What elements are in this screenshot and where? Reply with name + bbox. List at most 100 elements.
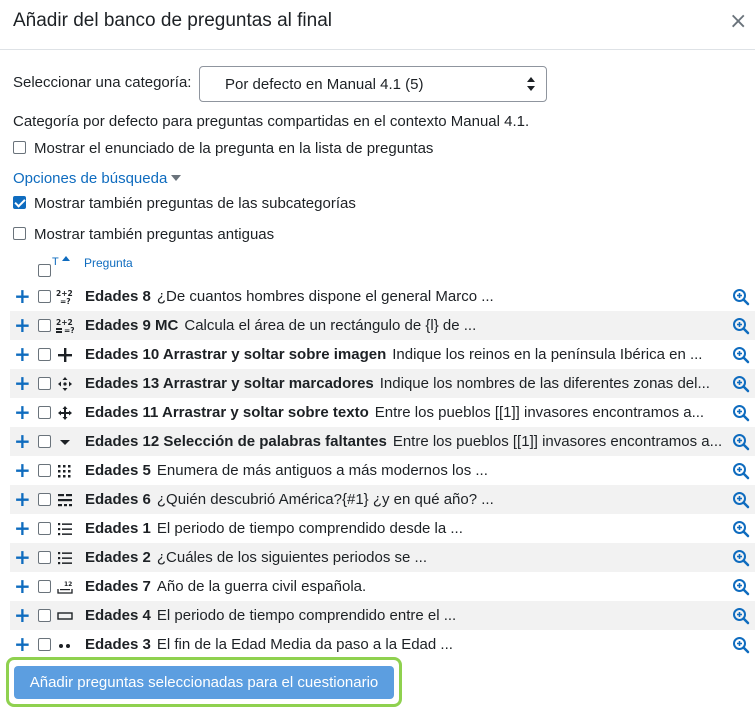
category-select-value: Por defecto en Manual 4.1 (5) bbox=[225, 76, 424, 93]
show-subcategories-label: Mostrar también preguntas de las subcate… bbox=[34, 195, 356, 212]
type-column-sort[interactable]: T bbox=[52, 256, 59, 268]
question-checkbox[interactable] bbox=[38, 551, 51, 564]
add-icon[interactable]: + bbox=[14, 547, 31, 567]
select-arrows-icon bbox=[527, 77, 535, 91]
question-checkbox[interactable] bbox=[38, 522, 51, 535]
search-plus-icon[interactable] bbox=[732, 578, 750, 596]
question-text: Edades 6 ¿Quién descubrió América?{#1} ¿y… bbox=[85, 491, 494, 508]
question-text: Edades 8 ¿De cuantos hombres dispone el g… bbox=[85, 288, 494, 305]
question-checkbox[interactable] bbox=[38, 290, 51, 303]
table-row: + Edades 10 Arrastrar y soltar sobre ima… bbox=[10, 340, 755, 369]
calculated-multichoice-icon: 2+2 =? bbox=[55, 316, 75, 336]
add-selected-button[interactable]: Añadir preguntas seleccionadas para el c… bbox=[14, 666, 394, 699]
table-row: + 12 Edades 7 Año de la guerra civil espa… bbox=[10, 572, 755, 601]
question-text: Edades 11 Arrastrar y soltar sobre texto… bbox=[85, 404, 705, 421]
add-icon[interactable]: + bbox=[14, 634, 31, 654]
show-text-label: Mostrar el enunciado de la pregunta en l… bbox=[34, 140, 434, 157]
add-icon[interactable]: + bbox=[14, 605, 31, 625]
show-old-checkbox[interactable] bbox=[13, 227, 26, 240]
question-column-sort[interactable]: Pregunta bbox=[84, 256, 133, 270]
modal-title: Añadir del banco de preguntas al final bbox=[13, 10, 333, 31]
add-icon[interactable]: + bbox=[14, 315, 31, 335]
search-plus-icon[interactable] bbox=[732, 288, 750, 306]
category-select[interactable]: Por defecto en Manual 4.1 (5) bbox=[199, 66, 547, 102]
multichoice-icon bbox=[55, 548, 75, 568]
submit-highlight: Añadir preguntas seleccionadas para el c… bbox=[6, 657, 402, 707]
table-row: + Edades 13 Arrastrar y soltar marcadore… bbox=[10, 369, 755, 398]
question-text: Edades 12 Selección de palabras faltante… bbox=[85, 433, 723, 450]
select-missing-words-icon bbox=[55, 432, 75, 452]
question-checkbox[interactable] bbox=[38, 435, 51, 448]
search-plus-icon[interactable] bbox=[732, 636, 750, 654]
search-plus-icon[interactable] bbox=[732, 404, 750, 422]
calculated-icon: 2+2 =? bbox=[55, 287, 75, 307]
ordering-icon bbox=[55, 461, 75, 481]
search-plus-icon[interactable] bbox=[732, 491, 750, 509]
table-row: + Edades 11 Arrastrar y soltar sobre tex… bbox=[10, 398, 755, 427]
search-plus-icon[interactable] bbox=[732, 433, 750, 451]
search-plus-icon[interactable] bbox=[732, 520, 750, 538]
question-text: Edades 2 ¿Cuáles de los siguientes period… bbox=[85, 549, 428, 566]
caret-down-icon bbox=[171, 175, 182, 181]
table-row: + 2+2 =? Edades 9 MC Calcula el área de u… bbox=[10, 311, 755, 340]
add-icon[interactable]: + bbox=[14, 489, 31, 509]
show-text-checkbox[interactable] bbox=[13, 141, 26, 154]
search-plus-icon[interactable] bbox=[732, 462, 750, 480]
search-plus-icon[interactable] bbox=[732, 607, 750, 625]
search-options-toggle[interactable]: Opciones de búsqueda bbox=[13, 170, 182, 187]
question-text: Edades 5 Enumera de más antiguos a más mo… bbox=[85, 462, 488, 479]
question-text: Edades 13 Arrastrar y soltar marcadores I… bbox=[85, 375, 710, 392]
category-description: Categoría por defecto para preguntas com… bbox=[13, 113, 530, 130]
search-plus-icon[interactable] bbox=[732, 317, 750, 335]
question-checkbox[interactable] bbox=[38, 319, 51, 332]
add-icon[interactable]: + bbox=[14, 344, 31, 364]
question-text: Edades 1 El periodo de tiempo comprendido… bbox=[85, 520, 463, 537]
table-row: + Edades 5 Enumera de más antiguos a más … bbox=[10, 456, 755, 485]
select-all-checkbox[interactable] bbox=[38, 264, 51, 277]
table-row: + Edades 12 Selección de palabras faltan… bbox=[10, 427, 755, 456]
question-checkbox[interactable] bbox=[38, 406, 51, 419]
multichoice-icon bbox=[55, 519, 75, 539]
question-text: Edades 4 El periodo de tiempo comprendido… bbox=[85, 607, 457, 624]
add-icon[interactable]: + bbox=[14, 431, 31, 451]
table-row: + Edades 2 ¿Cuáles de los siguientes peri… bbox=[10, 543, 755, 572]
category-selector: Seleccionar una categoría: Por defecto e… bbox=[13, 66, 553, 102]
table-row: + Edades 3 El fin de la Edad Media da pas… bbox=[10, 630, 755, 659]
add-icon[interactable]: + bbox=[14, 286, 31, 306]
search-options-label: Opciones de búsqueda bbox=[13, 170, 168, 187]
add-icon[interactable]: + bbox=[14, 460, 31, 480]
search-plus-icon[interactable] bbox=[732, 346, 750, 364]
show-subcategories-option[interactable]: Mostrar también preguntas de las subcate… bbox=[13, 195, 356, 217]
show-old-option[interactable]: Mostrar también preguntas antiguas bbox=[13, 226, 274, 248]
question-checkbox[interactable] bbox=[38, 377, 51, 390]
add-icon[interactable]: + bbox=[14, 402, 31, 422]
add-icon[interactable]: + bbox=[14, 576, 31, 596]
search-plus-icon[interactable] bbox=[732, 549, 750, 567]
question-checkbox[interactable] bbox=[38, 638, 51, 651]
show-text-option[interactable]: Mostrar el enunciado de la pregunta en l… bbox=[13, 140, 433, 162]
drag-drop-markers-icon bbox=[55, 374, 75, 394]
add-icon[interactable]: + bbox=[14, 518, 31, 538]
question-checkbox[interactable] bbox=[38, 493, 51, 506]
modal-header: Añadir del banco de preguntas al final × bbox=[0, 0, 755, 50]
question-checkbox[interactable] bbox=[38, 464, 51, 477]
table-row: + 2+2 =? Edades 8 ¿De cuantos hombres dis… bbox=[10, 282, 755, 311]
table-row: + Edades 4 El periodo de tiempo comprendi… bbox=[10, 601, 755, 630]
question-text: Edades 3 El fin de la Edad Media da paso … bbox=[85, 636, 453, 653]
question-checkbox[interactable] bbox=[38, 609, 51, 622]
add-icon[interactable]: + bbox=[14, 373, 31, 393]
question-text: Edades 10 Arrastrar y soltar sobre image… bbox=[85, 346, 703, 363]
svg-text:12: 12 bbox=[64, 581, 72, 588]
table-row: + Edades 1 El periodo de tiempo comprendi… bbox=[10, 514, 755, 543]
question-text: Edades 9 MC Calcula el área de un rectáng… bbox=[85, 317, 477, 334]
search-plus-icon[interactable] bbox=[732, 375, 750, 393]
svg-text:=?: =? bbox=[64, 326, 74, 334]
question-checkbox[interactable] bbox=[38, 348, 51, 361]
true-false-icon bbox=[55, 635, 75, 655]
show-subcategories-checkbox[interactable] bbox=[13, 196, 26, 209]
sort-asc-icon bbox=[62, 256, 70, 261]
close-icon[interactable]: × bbox=[723, 8, 749, 34]
question-checkbox[interactable] bbox=[38, 580, 51, 593]
question-list: + 2+2 =? Edades 8 ¿De cuantos hombres dis… bbox=[10, 282, 755, 659]
drag-drop-text-icon bbox=[55, 403, 75, 423]
